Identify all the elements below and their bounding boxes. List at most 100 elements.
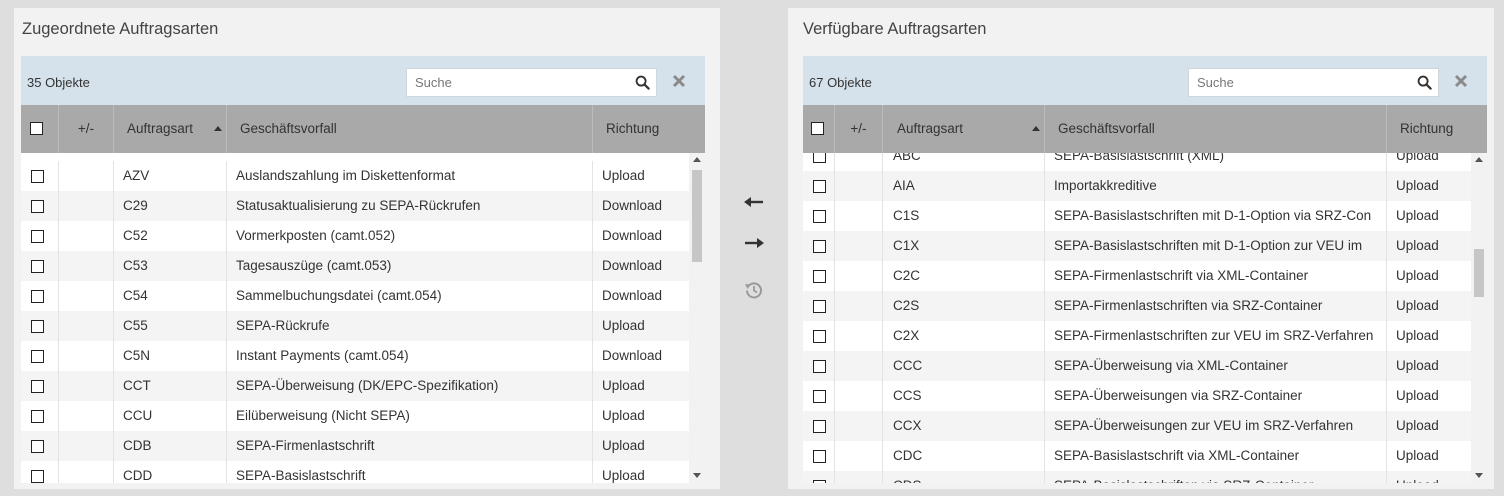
order-type-cell: CCT [114,371,227,401]
plusminus-cell [59,281,114,311]
table-row[interactable]: CDSSEPA-Basislastschriften via SRZ-Conta… [803,471,1471,483]
table-row[interactable]: CCX SEPA-Überweisungen zur VEU im SRZ-Ver… [803,411,1471,441]
table-row[interactable]: CCT SEPA-Überweisung (DK/EPC-Spezifikatio… [21,371,689,401]
scroll-up-arrow-icon[interactable] [693,157,701,162]
search-input[interactable] [1189,69,1409,96]
row-checkbox[interactable] [813,360,826,373]
business-cell: Sammelbuchungsdatei (camt.054) [227,281,593,311]
table-row[interactable]: CDC SEPA-Basislastschrift via XML-Contain… [803,441,1471,471]
order-type-cell: C52 [114,221,227,251]
column-header-plusminus[interactable]: +/- [835,105,883,153]
column-header-direction[interactable]: Richtung [593,105,705,153]
table-row[interactable]: C54 Sammelbuchungsdatei (camt.054) Downloa… [21,281,689,311]
object-count: 67 Objekte [809,75,872,90]
column-header-order-type[interactable]: Auftragsart [883,105,1045,153]
row-checkbox[interactable] [813,450,826,463]
table-row[interactable]: C1X SEPA-Basislastschriften mit D-1-Optio… [803,231,1471,261]
order-type-cell: CDD [114,461,227,483]
row-checkbox[interactable] [813,390,826,403]
search-icon[interactable] [1417,75,1432,90]
table-row[interactable]: C52 Vormerkposten (camt.052) Download [21,221,689,251]
scroll-down-arrow-icon[interactable] [693,473,701,478]
table-row[interactable]: C1S SEPA-Basislastschriften mit D-1-Optio… [803,201,1471,231]
direction-cell: Upload [602,378,645,393]
row-checkbox[interactable] [31,200,44,213]
table-row[interactable]: CDD SEPA-Basislastschrift Upload [21,461,689,483]
row-checkbox[interactable] [813,210,826,223]
scroll-thumb[interactable] [692,170,702,262]
column-header-plusminus[interactable]: +/- [59,105,114,153]
table-row[interactable]: CCC SEPA-Überweisung via XML-Container Upl… [803,351,1471,381]
direction-cell: Upload [1396,298,1439,313]
table-row[interactable]: AIA Importakkreditive Upload [803,171,1471,201]
close-icon[interactable] [671,73,687,89]
search-icon[interactable] [635,75,650,90]
order-type-cell: CDS [883,471,1045,483]
reset-button[interactable] [740,276,768,304]
row-checkbox[interactable] [813,180,826,193]
direction-cell: Upload [602,408,645,423]
select-all-checkbox[interactable] [30,122,43,135]
scroll-up-arrow-icon[interactable] [1475,157,1483,162]
row-checkbox[interactable] [31,410,44,423]
move-right-button[interactable] [740,229,768,257]
order-type-cell: CCU [114,401,227,431]
select-all-checkbox[interactable] [811,122,824,135]
business-cell: SEPA-Firmenlastschriften via SRZ-Contain… [1045,291,1387,321]
business-cell: SEPA-Basislastschrift [227,461,593,483]
scroll-down-arrow-icon[interactable] [1475,473,1483,478]
row-checkbox[interactable] [31,470,44,483]
arrow-left-icon [744,197,763,207]
business-cell: SEPA-Überweisung (DK/EPC-Spezifikation) [227,371,593,401]
column-header-business[interactable]: Geschäftsvorfall [1045,105,1387,153]
row-checkbox[interactable] [813,330,826,343]
column-header-order-type[interactable]: Auftragsart [114,105,227,153]
row-checkbox[interactable] [31,440,44,453]
plusminus-cell [59,221,114,251]
vertical-scrollbar[interactable] [1471,153,1487,483]
row-checkbox[interactable] [813,420,826,433]
table-row[interactable]: C2S SEPA-Firmenlastschriften via SRZ-Cont… [803,291,1471,321]
business-cell: Tagesauszüge (camt.053) [227,251,593,281]
table-row[interactable]: ABC SEPA-Basislastschrift (XML) Upload [803,153,1471,171]
row-checkbox[interactable] [31,320,44,333]
row-checkbox[interactable] [813,153,826,163]
column-header-business[interactable]: Geschäftsvorfall [227,105,593,153]
row-checkbox[interactable] [31,380,44,393]
row-checkbox[interactable] [31,350,44,363]
table-row[interactable]: CCU Eilüberweisung (Nicht SEPA) Upload [21,401,689,431]
table-row[interactable]: AZV Auslandszahlung im Diskettenformat Upl… [21,161,689,191]
close-icon[interactable] [1453,73,1469,89]
row-checkbox[interactable] [31,290,44,303]
table-body: ABC SEPA-Basislastschrift (XML) Upload AIA… [803,153,1471,483]
order-type-cell: AIA [883,171,1045,201]
row-checkbox[interactable] [31,260,44,273]
row-checkbox[interactable] [813,270,826,283]
row-checkbox[interactable] [813,480,826,483]
table-row[interactable]: C5N Instant Payments (camt.054) Download [21,341,689,371]
search-input[interactable] [407,69,627,96]
order-type-cell: CCX [883,411,1045,441]
table-row[interactable]: C53 Tagesauszüge (camt.053) Download [21,251,689,281]
vertical-scrollbar[interactable] [689,153,705,483]
row-checkbox[interactable] [31,170,44,183]
column-header-direction[interactable]: Richtung [1387,105,1487,153]
table-row[interactable]: C2X SEPA-Firmenlastschriften zur VEU im S… [803,321,1471,351]
plusminus-cell [59,161,114,191]
plusminus-cell [59,311,114,341]
move-left-button[interactable] [740,188,768,216]
table-row[interactable]: C55 SEPA-Rückrufe Upload [21,311,689,341]
plusminus-cell [59,431,114,461]
direction-cell: Upload [1396,268,1439,283]
table-row[interactable]: C2C SEPA-Firmenlastschrift via XML-Contai… [803,261,1471,291]
row-checkbox[interactable] [31,230,44,243]
scroll-thumb[interactable] [1474,249,1484,297]
table-row[interactable]: CDB SEPA-Firmenlastschrift Upload [21,431,689,461]
sort-ascending-icon [1032,126,1040,131]
row-checkbox[interactable] [813,240,826,253]
table-row[interactable]: C29 Statusaktualisierung zu SEPA-Rückrufe… [21,191,689,221]
table-row[interactable]: CCS SEPA-Überweisungen via SRZ-Container U… [803,381,1471,411]
row-checkbox[interactable] [813,300,826,313]
business-cell: SEPA-Überweisung via XML-Container [1045,351,1387,381]
business-cell: SEPA-Firmenlastschriften zur VEU im SRZ-… [1045,321,1387,351]
